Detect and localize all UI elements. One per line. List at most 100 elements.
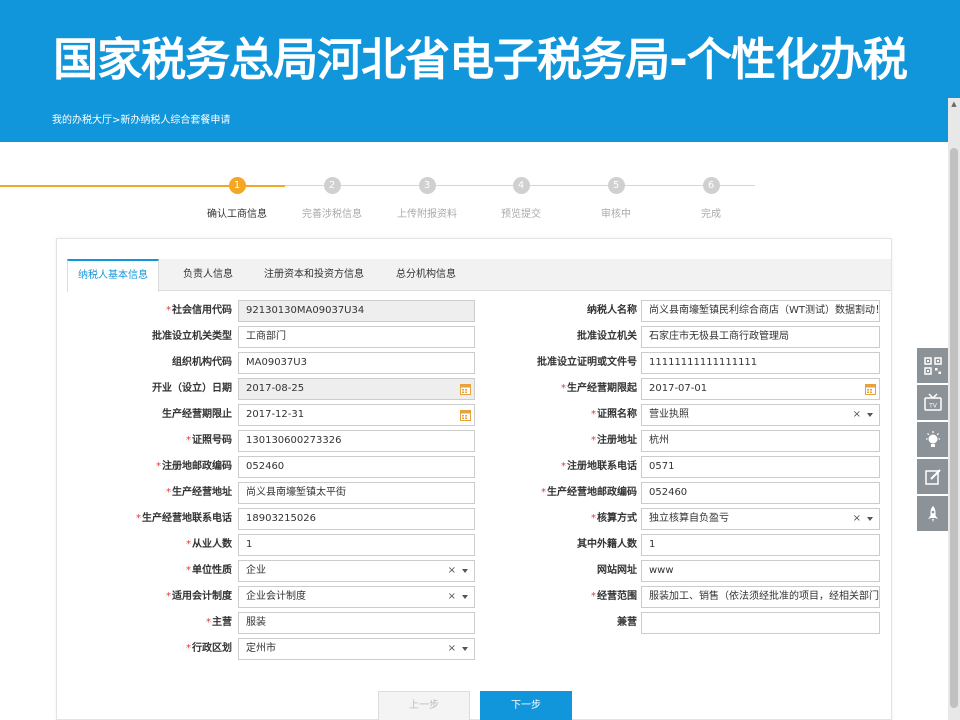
scroll-up-arrow-icon[interactable]: ▲: [948, 98, 960, 110]
field-value: 石家庄市无极县工商行政管理局: [649, 331, 789, 342]
field-label-text: 网站网址: [597, 565, 637, 576]
text-field[interactable]: 11111111111111111: [641, 352, 880, 374]
rocket-tool-button[interactable]: [917, 496, 948, 531]
field-value: 2017-07-01: [649, 383, 708, 394]
field-value: 11111111111111111: [649, 357, 758, 368]
field-value: 工商部门: [246, 331, 286, 342]
prev-step-button[interactable]: 上一步: [378, 691, 470, 720]
text-field[interactable]: 石家庄市无极县工商行政管理局: [641, 326, 880, 348]
scroll-thumb[interactable]: [950, 148, 958, 708]
field-label: *证照号码: [32, 430, 232, 452]
qrcode-tool-button[interactable]: [917, 348, 948, 383]
text-field[interactable]: 052460: [641, 482, 880, 504]
select-field[interactable]: 营业执照 ×: [641, 404, 880, 426]
field-value: 1: [246, 539, 253, 550]
field-label: *经营范围: [437, 586, 637, 608]
text-field[interactable]: 0571: [641, 456, 880, 478]
step-5: 5 审核中: [576, 177, 656, 220]
select-field[interactable]: 独立核算自负盈亏 ×: [641, 508, 880, 530]
field-label: *证照名称: [437, 404, 637, 426]
lightbulb-tool-button[interactable]: [917, 422, 948, 457]
field-value: 服装: [246, 617, 266, 628]
select-field[interactable]: 定州市 ×: [238, 638, 475, 660]
tv-icon: TV: [923, 392, 942, 411]
field-value: 尚义县南壕堑镇太平街: [246, 487, 346, 498]
chevron-down-icon[interactable]: [462, 647, 468, 651]
text-field[interactable]: www: [641, 560, 880, 582]
edit-icon: [924, 468, 941, 485]
field-label-text: 核算方式: [597, 513, 637, 524]
chevron-down-icon[interactable]: [867, 517, 873, 521]
field-value: MA09037U3: [246, 357, 307, 368]
field-value: 92130130MA09037U34: [246, 305, 365, 316]
tab-2[interactable]: 负责人信息: [169, 259, 247, 291]
tab-4[interactable]: 总分机构信息: [383, 259, 469, 291]
text-field[interactable]: 服装加工、销售（依法须经批准的项目，经相关部门批准后方可开展经营活动）: [641, 586, 880, 608]
top-banner: 国家税务总局河北省电子税务局-个性化办税: [0, 0, 960, 98]
field-label: 开业（设立）日期: [32, 378, 232, 400]
banner-title: 国家税务总局河北省电子税务局-个性化办税: [53, 33, 908, 86]
field-label-text: 证照号码: [192, 435, 232, 446]
step-label: 完成: [701, 209, 721, 220]
field-label-text: 行政区划: [192, 643, 232, 654]
field-value: 独立核算自负盈亏: [649, 513, 729, 524]
field-label: *单位性质: [32, 560, 232, 582]
text-field[interactable]: 杭州: [641, 430, 880, 452]
rocket-icon: [927, 505, 938, 522]
field-value: 企业会计制度: [246, 591, 306, 602]
field-label: *从业人数: [32, 534, 232, 556]
field-label: *注册地联系电话: [437, 456, 637, 478]
tv-tool-button[interactable]: TV: [917, 385, 948, 420]
text-field[interactable]: 尚义县南壕堑镇民利综合商店（WT测试）数据割动！: [641, 300, 880, 322]
chevron-down-icon[interactable]: [867, 413, 873, 417]
step-number: 1: [228, 177, 246, 194]
date-field[interactable]: 2017-07-01: [641, 378, 880, 400]
tab-1[interactable]: 纳税人基本信息: [67, 259, 159, 292]
field-value: 1: [649, 539, 656, 550]
field-label: 组织机构代码: [32, 352, 232, 374]
field-label-text: 注册地联系电话: [567, 461, 637, 472]
field-label-text: 证照名称: [597, 409, 637, 420]
required-mark: *: [591, 435, 596, 446]
field-label-text: 主营: [212, 617, 232, 628]
field-value: 0571: [649, 461, 675, 472]
qrcode-icon: [923, 356, 942, 375]
field-label-text: 单位性质: [192, 565, 232, 576]
calendar-icon[interactable]: [865, 383, 876, 395]
field-label: *生产经营期限起: [437, 378, 637, 400]
field-label-text: 批准设立证明或文件号: [537, 357, 637, 368]
field-value: www: [649, 565, 674, 576]
tab-3[interactable]: 注册资本和投资方信息: [253, 259, 375, 291]
step-6: 6 完成: [671, 177, 751, 220]
edit-tool-button[interactable]: [917, 459, 948, 494]
required-mark: *: [166, 487, 171, 498]
field-value: 2017-08-25: [246, 383, 305, 394]
field-label: *注册地邮政编码: [32, 456, 232, 478]
field-label-text: 注册地邮政编码: [162, 461, 232, 472]
step-label: 完善涉税信息: [302, 209, 362, 220]
text-field[interactable]: [641, 612, 880, 634]
required-mark: *: [186, 643, 191, 654]
required-mark: *: [541, 487, 546, 498]
step-4: 4 预览提交: [481, 177, 561, 220]
vertical-scrollbar[interactable]: ▲: [948, 98, 960, 720]
field-value: 企业: [246, 565, 266, 576]
clear-icon[interactable]: ×: [853, 405, 861, 425]
step-label: 上传附报资料: [397, 209, 457, 220]
field-label: *生产经营地址: [32, 482, 232, 504]
field-label-text: 开业（设立）日期: [152, 383, 232, 394]
breadcrumb[interactable]: 我的办税大厅>新办纳税人综合套餐申请: [52, 111, 230, 126]
field-value: 营业执照: [649, 409, 689, 420]
clear-icon[interactable]: ×: [853, 509, 861, 529]
text-field[interactable]: 1: [641, 534, 880, 556]
step-number: 5: [607, 177, 625, 194]
side-toolbar: TV: [917, 348, 948, 533]
step-1: 1 确认工商信息: [197, 177, 277, 220]
clear-icon[interactable]: ×: [448, 639, 456, 659]
lightbulb-icon: [925, 430, 940, 447]
field-label: *行政区划: [32, 638, 232, 660]
required-mark: *: [186, 539, 191, 550]
required-mark: *: [206, 617, 211, 628]
next-step-button[interactable]: 下一步: [480, 691, 572, 720]
field-label: 批准设立机关: [437, 326, 637, 348]
